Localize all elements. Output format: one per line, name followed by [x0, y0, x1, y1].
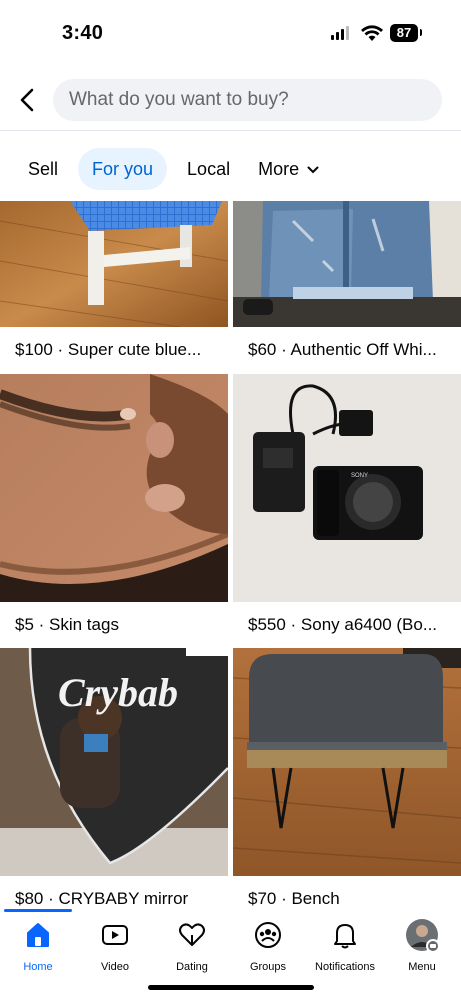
listing-photo: Crybab — [0, 648, 228, 876]
status-bar: 3:40 87 — [0, 0, 461, 66]
listing-photo — [233, 648, 461, 876]
video-icon — [102, 925, 128, 945]
battery-tip — [420, 29, 422, 36]
nav-groups[interactable]: Groups — [228, 917, 308, 973]
battery-indicator: 87 — [390, 24, 418, 42]
listing-caption: $5 · Skin tags — [15, 615, 119, 634]
tab-local[interactable]: Local — [173, 148, 244, 190]
nav-groups-label: Groups — [249, 961, 287, 973]
category-tabs: Sell For you Local More — [14, 148, 333, 190]
listing-caption: $550 · Sony a6400 (Bo... — [248, 615, 438, 634]
search-placeholder: What do you want to buy? — [69, 89, 289, 110]
nav-menu[interactable]: Menu — [382, 917, 461, 973]
listing-photo — [233, 201, 461, 327]
home-indicator — [148, 985, 314, 990]
tab-for-you[interactable]: For you — [78, 148, 168, 190]
chevron-down-icon — [307, 166, 319, 174]
nav-video-label: Video — [101, 961, 129, 973]
listing-card[interactable]: $5 · Skin tags — [0, 374, 228, 648]
listing-photo — [0, 374, 228, 602]
nav-home-label: Home — [23, 961, 53, 973]
tab-more-label: More — [258, 159, 300, 179]
svg-text:SONY: SONY — [351, 473, 368, 479]
heart-icon — [179, 923, 205, 946]
listing-card[interactable]: SONY $550 · Sony a6400 (Bo... — [233, 374, 461, 648]
listing-photo — [0, 201, 228, 327]
nav-menu-label: Menu — [408, 961, 436, 973]
listing-photo: SONY — [233, 374, 461, 602]
listing-card[interactable]: $60 · Authentic Off Whi... — [233, 201, 461, 373]
tab-local-label: Local — [187, 159, 231, 179]
mirror-text: Crybab — [58, 670, 178, 715]
nav-video[interactable]: Video — [75, 917, 155, 973]
active-tab-indicator — [4, 909, 72, 912]
nav-dating-label: Dating — [176, 961, 208, 973]
listing-card[interactable]: $100 · Super cute blue... — [0, 201, 228, 373]
signal-icon — [331, 26, 349, 40]
header-divider — [0, 130, 461, 131]
home-icon — [27, 923, 49, 947]
listing-grid: $100 · Super cute blue... $60 · Authenti… — [0, 201, 461, 909]
nav-home[interactable]: Home — [0, 917, 78, 973]
nav-notifications[interactable]: Notifications — [305, 917, 385, 973]
groups-icon — [255, 922, 281, 948]
listing-caption: $80 · CRYBABY mirror — [15, 889, 189, 908]
listing-card[interactable]: $70 · Bench — [233, 648, 461, 909]
nav-dating[interactable]: Dating — [152, 917, 232, 973]
back-arrow-icon[interactable] — [14, 86, 42, 114]
nav-notifications-label: Notifications — [315, 961, 375, 973]
wifi-icon — [361, 25, 383, 41]
status-time: 3:40 — [62, 22, 104, 44]
tab-more[interactable]: More — [244, 148, 333, 190]
listing-caption: $70 · Bench — [248, 889, 340, 908]
listing-caption: $60 · Authentic Off Whi... — [248, 340, 437, 359]
avatar-icon — [406, 919, 440, 953]
bell-icon — [334, 924, 356, 949]
listing-caption: $100 · Super cute blue... — [15, 340, 202, 359]
search-input[interactable]: What do you want to buy? — [53, 79, 442, 121]
tab-sell[interactable]: Sell — [14, 148, 72, 190]
tab-sell-label: Sell — [28, 159, 59, 179]
tab-for-you-label: For you — [92, 159, 154, 179]
listing-card[interactable]: Crybab $80 · CRYBABY mirror — [0, 648, 228, 909]
